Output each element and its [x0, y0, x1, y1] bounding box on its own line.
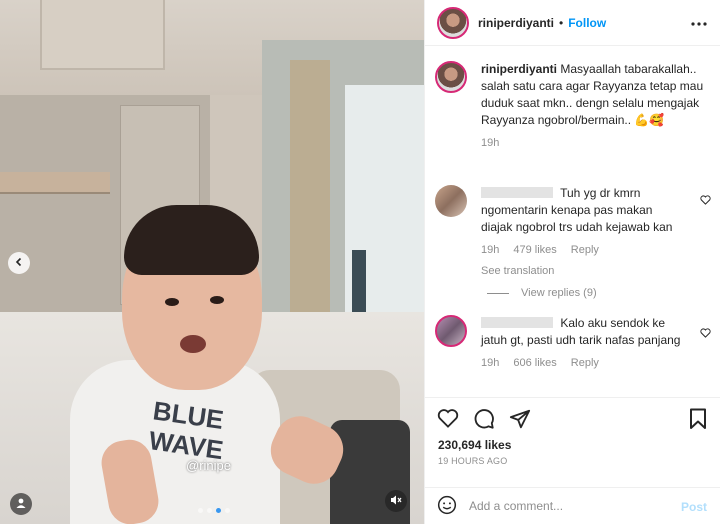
previous-media-button[interactable]	[8, 252, 30, 274]
caption-age: 19h	[481, 137, 500, 149]
caption-avatar[interactable]	[435, 61, 467, 93]
baby-eye-right	[210, 296, 224, 304]
user-tag-icon	[15, 497, 27, 512]
more-options-button[interactable]	[691, 15, 707, 29]
chevron-left-icon	[14, 256, 24, 270]
replies-divider	[487, 292, 509, 294]
post-video[interactable]: BLUE WAVE @rinipe	[0, 0, 424, 524]
commenter-username-redacted[interactable]	[481, 317, 553, 328]
carousel-indicator	[198, 508, 230, 513]
emoji-button[interactable]	[437, 495, 457, 518]
commenter-username-redacted[interactable]	[481, 187, 553, 198]
emoji-icon	[437, 495, 457, 518]
more-horizontal-icon	[691, 13, 707, 30]
comment-reply-button[interactable]: Reply	[571, 242, 599, 259]
comment-item: Kalo aku sendok ke jatuh gt, pasti udh t…	[435, 315, 705, 372]
scene-ceiling-panel	[40, 0, 165, 70]
like-button[interactable]	[437, 408, 459, 430]
comment-item: Tuh yg dr kmrn ngomentarin kenapa pas ma…	[435, 185, 705, 280]
carousel-dot	[198, 508, 203, 513]
post-header: riniperdiyanti • Follow	[425, 0, 720, 46]
heart-icon	[700, 195, 711, 208]
view-replies-label: View replies (9)	[521, 287, 597, 299]
author-username[interactable]: riniperdiyanti	[478, 16, 554, 30]
carousel-dot	[225, 508, 230, 513]
comment-like-button[interactable]	[700, 195, 711, 208]
comments-list[interactable]: riniperdiyanti Masyaallah tabarakallah..…	[425, 47, 720, 397]
comment-like-button[interactable]	[700, 328, 711, 341]
header-separator: •	[559, 15, 564, 30]
paper-plane-icon	[509, 408, 531, 430]
mute-button[interactable]	[385, 490, 407, 512]
baby-mouth	[180, 335, 206, 353]
likes-count[interactable]: 230,694 likes	[438, 438, 511, 452]
post-actions: 230,694 likes 19 HOURS AGO	[425, 397, 720, 487]
comment-age: 19h	[481, 357, 500, 369]
post-comment-button[interactable]: Post	[681, 500, 707, 514]
heart-icon	[700, 328, 711, 341]
caption-username[interactable]: riniperdiyanti	[481, 62, 557, 76]
bookmark-icon	[689, 408, 707, 430]
see-translation-link[interactable]: See translation	[481, 263, 681, 280]
caption: riniperdiyanti Masyaallah tabarakallah..…	[435, 61, 705, 152]
post-sidebar: riniperdiyanti • Follow riniperdiyanti M…	[424, 0, 720, 524]
tagged-users-button[interactable]	[10, 493, 32, 515]
comment-reply-button[interactable]: Reply	[571, 355, 599, 372]
carousel-dot	[216, 508, 221, 513]
baby-eye-left	[165, 298, 179, 306]
comment-likes[interactable]: 606 likes	[513, 355, 556, 372]
scene-range-hood	[0, 172, 110, 194]
commenter-avatar[interactable]	[435, 315, 467, 347]
commenter-avatar[interactable]	[435, 185, 467, 217]
post-timestamp: 19 HOURS AGO	[438, 456, 508, 466]
author-avatar[interactable]	[437, 6, 469, 39]
heart-icon	[437, 408, 459, 428]
share-button[interactable]	[509, 408, 531, 430]
baby-hair	[124, 205, 259, 275]
instagram-post: BLUE WAVE @rinipe riniperdiyanti • Follo…	[0, 0, 720, 524]
speaker-muted-icon	[390, 494, 402, 509]
comment-bubble-icon	[473, 408, 495, 430]
add-comment-bar: Post	[425, 487, 720, 524]
shirt-watermark: @rinipe	[186, 458, 231, 473]
follow-button[interactable]: Follow	[568, 16, 606, 30]
carousel-dot	[207, 508, 212, 513]
comment-input[interactable]	[469, 499, 659, 513]
comment-likes[interactable]: 479 likes	[513, 242, 556, 259]
view-replies-button[interactable]: View replies (9)	[487, 287, 597, 299]
comment-age: 19h	[481, 244, 500, 256]
save-button[interactable]	[689, 408, 707, 430]
comment-button[interactable]	[473, 408, 495, 430]
